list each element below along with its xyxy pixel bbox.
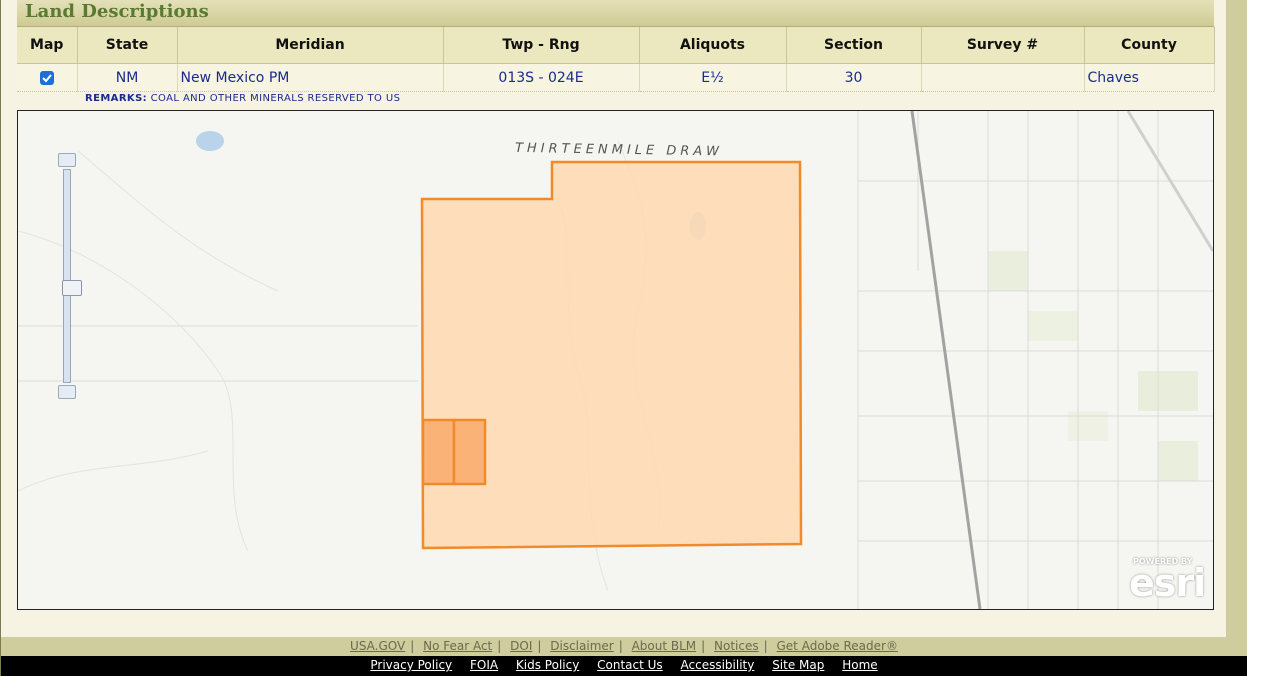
meridian-cell: New Mexico PM (177, 63, 444, 92)
remarks-text: COAL AND OTHER MINERALS RESERVED TO US (150, 93, 401, 104)
aliquots-cell: E½ (639, 63, 787, 92)
footer-link-notices[interactable]: Notices (714, 639, 759, 653)
county-cell: Chaves (1084, 63, 1215, 92)
remarks-label: REMARKS: (85, 93, 148, 104)
footer-link-adobe-reader[interactable]: Get Adobe Reader® (777, 639, 898, 653)
footer-link-accessibility[interactable]: Accessibility (681, 658, 755, 672)
footer-link-doi[interactable]: DOI (510, 639, 532, 653)
zoom-slider-thumb[interactable] (62, 280, 82, 296)
zoom-out-button[interactable] (58, 385, 76, 399)
footer-link-disclaimer[interactable]: Disclaimer (550, 639, 613, 653)
table-row: NM New Mexico PM 013S - 024E E½ 30 Chave… (17, 63, 1215, 92)
twp-rng-cell: 013S - 024E (443, 63, 640, 92)
highlight-parcel-east[interactable] (452, 418, 487, 486)
basemap: THIRTEENMILE DRAW (18, 111, 1213, 609)
map-feature-label: THIRTEENMILE DRAW (515, 141, 723, 160)
footer-link-contact-us[interactable]: Contact Us (597, 658, 663, 672)
page-content: Land Descriptions Map State Meridian Twp… (0, 0, 1227, 676)
column-header-county[interactable]: County (1084, 27, 1215, 64)
column-header-survey[interactable]: Survey # (921, 27, 1085, 64)
attribution-brand: esri (1129, 561, 1206, 605)
map-view[interactable]: THIRTEENMILE DRAW POWERED BY esri (17, 110, 1214, 610)
footer-link-no-fear-act[interactable]: No Fear Act (423, 639, 492, 653)
footer-link-privacy-policy[interactable]: Privacy Policy (370, 658, 452, 672)
column-header-twp-rng[interactable]: Twp - Rng (443, 27, 640, 64)
right-border (1226, 0, 1247, 656)
footer-link-foia[interactable]: FOIA (470, 658, 498, 672)
remarks: REMARKS: COAL AND OTHER MINERALS RESERVE… (85, 93, 400, 104)
column-header-section[interactable]: Section (786, 27, 922, 64)
parcel-polygon[interactable] (420, 160, 803, 550)
right-margin (1247, 0, 1268, 676)
column-header-map[interactable]: Map (17, 27, 78, 64)
highlight-parcel-west[interactable] (421, 418, 456, 486)
checkmark-icon (42, 73, 52, 82)
column-header-meridian[interactable]: Meridian (177, 27, 444, 64)
zoom-control[interactable] (58, 153, 82, 399)
section-cell: 30 (786, 63, 922, 92)
footer-link-kids-policy[interactable]: Kids Policy (516, 658, 579, 672)
column-header-state[interactable]: State (77, 27, 178, 64)
footer-bottom: Privacy Policy FOIA Kids Policy Contact … (1, 656, 1247, 676)
footer-link-usagov[interactable]: USA.GOV (350, 639, 405, 653)
footer-link-about-blm[interactable]: About BLM (632, 639, 697, 653)
footer-link-home[interactable]: Home (842, 658, 877, 672)
land-descriptions-table: Map State Meridian Twp - Rng Aliquots Se… (17, 27, 1215, 92)
esri-logo[interactable]: POWERED BY esri (1129, 557, 1206, 605)
zoom-in-button[interactable] (58, 153, 76, 167)
section-title: Land Descriptions (25, 1, 209, 22)
survey-cell (921, 63, 1085, 92)
map-cell (17, 63, 78, 92)
footer-link-site-map[interactable]: Site Map (772, 658, 824, 672)
table-header-row: Map State Meridian Twp - Rng Aliquots Se… (17, 27, 1215, 64)
map-checkbox[interactable] (39, 70, 54, 85)
section-header: Land Descriptions (17, 0, 1214, 27)
state-cell: NM (77, 63, 178, 92)
zoom-slider-track[interactable] (62, 169, 82, 383)
footer-top: USA.GOV | No Fear Act | DOI | Disclaimer | A… (1, 637, 1247, 656)
column-header-aliquots[interactable]: Aliquots (639, 27, 787, 64)
